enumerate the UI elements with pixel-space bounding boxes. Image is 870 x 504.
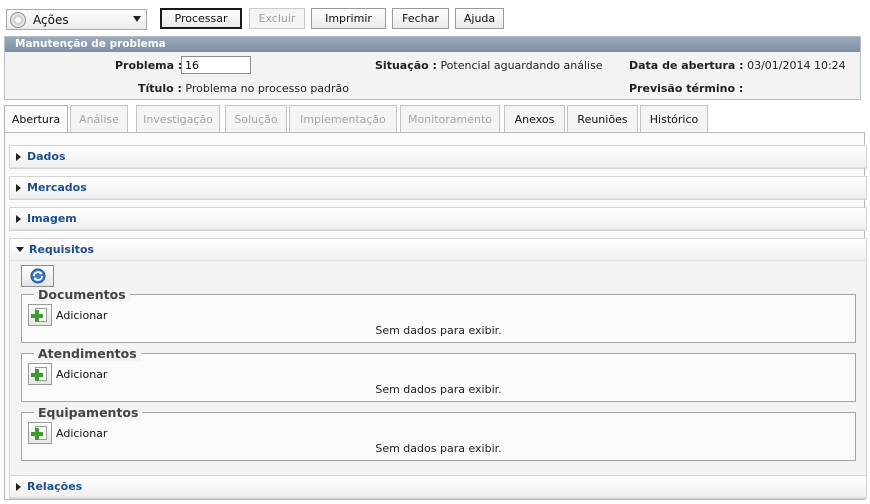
empty-message: Sem dados para exibir. xyxy=(375,324,502,337)
group-title: Documentos xyxy=(34,287,130,302)
section-dados: Dados xyxy=(9,145,867,169)
group-atendimentos: Atendimentos Adicionar Sem dados para ex… xyxy=(21,346,856,402)
tab-implementacao: Implementação xyxy=(289,105,397,132)
problem-number-input[interactable] xyxy=(181,56,251,74)
title-label: Título : xyxy=(138,82,182,95)
empty-message: Sem dados para exibir. xyxy=(375,383,502,396)
add-label: Adicionar xyxy=(56,426,108,440)
problem-header: Manutenção de problema Problema : Situaç… xyxy=(4,36,861,100)
tab-historico[interactable]: Histórico xyxy=(640,105,708,132)
tab-content: Dados Mercados Imagem Requisitos Documen… xyxy=(4,132,867,500)
expand-icon xyxy=(16,152,21,161)
actions-label: Ações xyxy=(33,12,69,27)
section-title: Requisitos xyxy=(29,243,95,256)
end-forecast-field: Previsão término : xyxy=(629,82,743,95)
add-documento-button[interactable]: Adicionar xyxy=(28,304,107,326)
chevron-down-icon xyxy=(133,16,141,22)
group-title: Equipamentos xyxy=(34,405,143,420)
tab-reunioes[interactable]: Reuniões xyxy=(567,105,638,132)
close-button[interactable]: Fechar xyxy=(392,8,449,29)
opening-date-value: 03/01/2014 10:24 xyxy=(747,59,846,72)
add-equipamento-button[interactable]: Adicionar xyxy=(28,422,107,444)
end-forecast-label: Previsão término : xyxy=(629,82,744,95)
section-dados-header[interactable]: Dados xyxy=(10,146,866,168)
title-field: Título : Problema no processo padrão xyxy=(138,82,349,95)
header-title: Manutenção de problema xyxy=(5,37,860,52)
section-title: Relações xyxy=(27,480,83,493)
process-button[interactable]: Processar xyxy=(160,8,242,29)
add-atendimento-button[interactable]: Adicionar xyxy=(28,363,107,385)
print-button[interactable]: Imprimir xyxy=(311,8,386,29)
section-imagem: Imagem xyxy=(9,207,867,231)
refresh-icon xyxy=(30,268,45,284)
section-requisitos: Requisitos Documentos Adicionar Sem dado xyxy=(9,238,867,477)
add-document-icon xyxy=(28,304,52,326)
tab-investigacao: Investigação xyxy=(136,105,220,132)
expand-icon xyxy=(16,482,21,491)
help-button[interactable]: Ajuda xyxy=(455,8,504,29)
empty-message: Sem dados para exibir. xyxy=(375,442,502,455)
section-mercados-header[interactable]: Mercados xyxy=(10,177,866,199)
delete-button: Excluir xyxy=(249,8,305,29)
actions-dropdown[interactable]: Ações xyxy=(6,9,147,30)
collapse-icon xyxy=(16,247,24,252)
group-documentos: Documentos Adicionar Sem dados para exib… xyxy=(21,287,856,343)
section-imagem-header[interactable]: Imagem xyxy=(10,208,866,230)
section-mercados: Mercados xyxy=(9,176,867,200)
opening-date-label: Data de abertura : xyxy=(629,59,744,72)
gear-icon xyxy=(10,11,26,28)
tab-solucao: Solução xyxy=(225,105,287,132)
section-relacoes-header[interactable]: Relações xyxy=(10,476,866,498)
group-title: Atendimentos xyxy=(34,346,141,361)
section-relacoes: Relações xyxy=(9,475,867,499)
tab-monitoramento: Monitoramento xyxy=(400,105,500,132)
status-label: Situação : xyxy=(375,59,437,72)
refresh-button[interactable] xyxy=(21,265,54,287)
expand-icon xyxy=(16,214,21,223)
section-title: Mercados xyxy=(27,181,87,194)
add-label: Adicionar xyxy=(56,308,108,322)
group-equipamentos: Equipamentos Adicionar Sem dados para ex… xyxy=(21,405,856,461)
add-document-icon xyxy=(28,422,52,444)
problem-label: Problema : xyxy=(115,59,183,72)
section-requisitos-header[interactable]: Requisitos xyxy=(10,239,866,261)
add-document-icon xyxy=(28,363,52,385)
status-field: Situação : Potencial aguardando análise xyxy=(375,59,603,72)
add-label: Adicionar xyxy=(56,367,108,381)
section-title: Dados xyxy=(27,150,66,163)
requisitos-body: Documentos Adicionar Sem dados para exib… xyxy=(10,261,866,476)
section-title: Imagem xyxy=(27,212,77,225)
title-value: Problema no processo padrão xyxy=(185,82,350,95)
status-value: Potencial aguardando análise xyxy=(440,59,603,72)
tab-anexos[interactable]: Anexos xyxy=(504,105,565,132)
tab-analise: Análise xyxy=(70,105,128,132)
tab-abertura[interactable]: Abertura xyxy=(4,105,68,133)
expand-icon xyxy=(16,183,21,192)
opening-date-field: Data de abertura : 03/01/2014 10:24 xyxy=(629,59,846,72)
